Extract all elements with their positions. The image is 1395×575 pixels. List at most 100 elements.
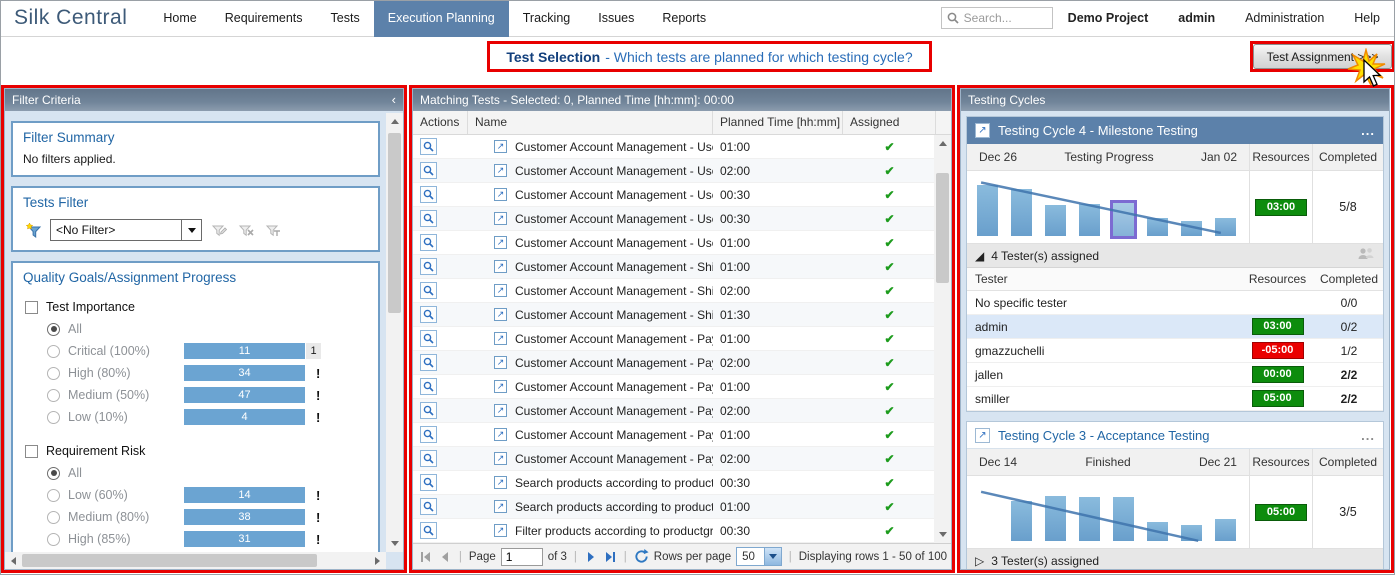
test-row[interactable]: ↗Customer Account Management - Ship...01… [413, 255, 936, 279]
inspect-test-icon[interactable] [420, 378, 437, 395]
goto-test-icon[interactable]: ↗ [494, 452, 507, 465]
goto-test-icon[interactable]: ↗ [494, 428, 507, 441]
test-assignment-button[interactable]: Test Assignment >>> [1253, 44, 1392, 69]
nav-item-requirements[interactable]: Requirements [211, 0, 317, 37]
column-name[interactable]: Name [468, 111, 713, 134]
test-row[interactable]: ↗Customer Account Management - Ship...01… [413, 303, 936, 327]
cycle3-header[interactable]: ↗ Testing Cycle 3 - Acceptance Testing .… [967, 422, 1383, 449]
goto-test-icon[interactable]: ↗ [494, 380, 507, 393]
test-name[interactable]: Customer Account Management - Ship... [515, 260, 713, 274]
tester-completed-column[interactable]: Completed [1315, 272, 1383, 286]
search-box[interactable] [941, 7, 1053, 29]
test-row[interactable]: ↗Customer Account Management - Pay...02:… [413, 351, 936, 375]
radio-button[interactable] [47, 323, 60, 336]
cycle4-header[interactable]: ↗ Testing Cycle 4 - Milestone Testing ..… [967, 117, 1383, 144]
inspect-test-icon[interactable] [420, 522, 437, 539]
tester-column[interactable]: Tester [967, 272, 1240, 286]
radio-button[interactable] [47, 345, 60, 358]
cycle3-testers-toggle[interactable]: ▷ 3 Tester(s) assigned [967, 549, 1383, 569]
radio-button[interactable] [47, 467, 60, 480]
test-name[interactable]: Customer Account Management - Pay... [515, 356, 713, 370]
goto-test-icon[interactable]: ↗ [494, 404, 507, 417]
column-assigned[interactable]: Assigned [843, 111, 936, 134]
test-name[interactable]: Customer Account Management - User... [515, 164, 713, 178]
tester-row[interactable]: admin03:000/2 [967, 315, 1383, 339]
filter-vertical-scrollbar[interactable] [386, 113, 403, 552]
goto-test-icon[interactable]: ↗ [494, 500, 507, 513]
radio-button[interactable] [47, 489, 60, 502]
goto-test-icon[interactable]: ↗ [494, 212, 507, 225]
test-row[interactable]: ↗Filter products according to productgr.… [413, 519, 936, 543]
inspect-test-icon[interactable] [420, 426, 437, 443]
first-page-icon[interactable] [419, 549, 433, 565]
administration-link[interactable]: Administration [1230, 11, 1339, 25]
filter-dropdown-arrow-icon[interactable] [181, 220, 201, 240]
test-name[interactable]: Search products according to productg... [515, 476, 713, 490]
nav-item-home[interactable]: Home [149, 0, 210, 37]
project-selector[interactable]: Demo Project [1053, 11, 1164, 25]
test-name[interactable]: Customer Account Management - User... [515, 212, 713, 226]
inspect-test-icon[interactable] [420, 162, 437, 179]
goto-test-icon[interactable]: ↗ [494, 260, 507, 273]
goto-test-icon[interactable]: ↗ [494, 332, 507, 345]
nav-item-tracking[interactable]: Tracking [509, 0, 584, 37]
inspect-test-icon[interactable] [420, 498, 437, 515]
radio-button[interactable] [47, 389, 60, 402]
inspect-test-icon[interactable] [420, 186, 437, 203]
test-row[interactable]: ↗Search products according to productg..… [413, 471, 936, 495]
test-name[interactable]: Customer Account Management - Pay... [515, 404, 713, 418]
test-name[interactable]: Customer Account Management - User... [515, 236, 713, 250]
scroll-down-icon[interactable] [934, 526, 951, 543]
page-number-input[interactable] [501, 548, 543, 566]
scroll-up-icon[interactable] [934, 135, 951, 152]
test-name[interactable]: Customer Account Management - Pay... [515, 428, 713, 442]
goto-test-icon[interactable]: ↗ [494, 524, 507, 537]
refresh-icon[interactable] [634, 549, 649, 565]
goto-test-icon[interactable]: ↗ [494, 164, 507, 177]
test-row[interactable]: ↗Customer Account Management - User...00… [413, 207, 936, 231]
test-name[interactable]: Customer Account Management - User... [515, 140, 713, 154]
inspect-test-icon[interactable] [420, 138, 437, 155]
cycle4-testers-toggle[interactable]: ◢ 4 Tester(s) assigned [967, 244, 1383, 268]
delete-filter-icon[interactable] [236, 220, 256, 240]
goto-test-icon[interactable]: ↗ [494, 140, 507, 153]
open-cycle-icon[interactable]: ↗ [975, 123, 990, 138]
inspect-test-icon[interactable] [420, 282, 437, 299]
inspect-test-icon[interactable] [420, 234, 437, 251]
scroll-left-icon[interactable] [5, 552, 22, 569]
tester-row[interactable]: No specific tester0/0 [967, 291, 1383, 315]
filter-horizontal-scrollbar[interactable] [5, 552, 386, 569]
scrollbar-thumb[interactable] [22, 554, 317, 567]
collapse-panel-icon[interactable]: ‹ [392, 89, 396, 111]
test-name[interactable]: Customer Account Management - Pay... [515, 380, 713, 394]
nav-item-execution-planning[interactable]: Execution Planning [374, 0, 509, 37]
radio-button[interactable] [47, 411, 60, 424]
test-row[interactable]: ↗Customer Account Management - Pay...01:… [413, 423, 936, 447]
filter-dropdown[interactable]: <No Filter> [50, 219, 202, 241]
test-row[interactable]: ↗Customer Account Management - User...01… [413, 135, 936, 159]
nav-item-reports[interactable]: Reports [648, 0, 720, 37]
test-name[interactable]: Customer Account Management - User... [515, 188, 713, 202]
test-row[interactable]: ↗Customer Account Management - User...01… [413, 231, 936, 255]
inspect-test-icon[interactable] [420, 354, 437, 371]
scroll-up-icon[interactable] [386, 113, 403, 130]
next-page-icon[interactable] [584, 549, 598, 565]
tester-resources-column[interactable]: Resources [1240, 272, 1315, 286]
test-row[interactable]: ↗Customer Account Management - Pay...02:… [413, 399, 936, 423]
test-row[interactable]: ↗Customer Account Management - Pay...01:… [413, 375, 936, 399]
column-actions[interactable]: Actions [413, 111, 468, 134]
user-menu[interactable]: admin [1163, 11, 1230, 25]
tester-row[interactable]: jallen00:002/2 [967, 363, 1383, 387]
test-row[interactable]: ↗Search products according to productg..… [413, 495, 936, 519]
inspect-test-icon[interactable] [420, 474, 437, 491]
test-row[interactable]: ↗Customer Account Management - User...02… [413, 159, 936, 183]
requirement-risk-checkbox[interactable] [25, 445, 38, 458]
prev-page-icon[interactable] [438, 549, 452, 565]
new-filter-icon[interactable] [23, 220, 43, 240]
test-name[interactable]: Customer Account Management - Ship... [515, 284, 713, 298]
assign-testers-icon[interactable] [1357, 247, 1375, 264]
test-row[interactable]: ↗Customer Account Management - User...00… [413, 183, 936, 207]
last-page-icon[interactable] [603, 549, 617, 565]
goto-test-icon[interactable]: ↗ [494, 236, 507, 249]
inspect-test-icon[interactable] [420, 258, 437, 275]
